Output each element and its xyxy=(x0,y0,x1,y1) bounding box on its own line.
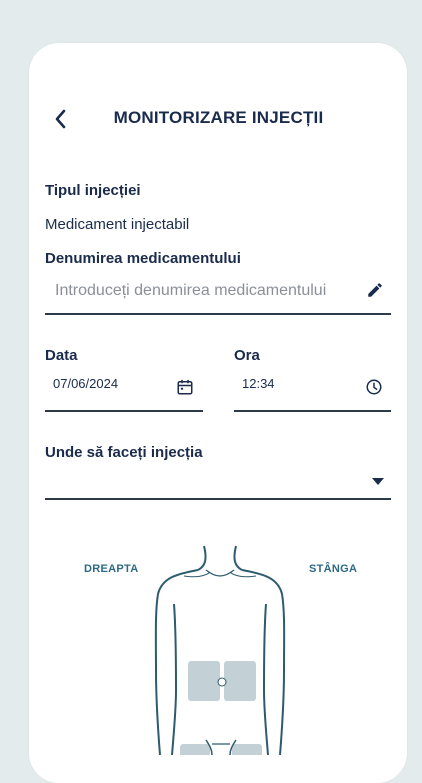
injection-site-label: Unde să faceți injecția xyxy=(45,444,203,461)
clock-icon[interactable] xyxy=(365,378,383,396)
abdomen-zone-right[interactable] xyxy=(188,661,220,701)
body-map xyxy=(154,545,286,755)
header: MONITORIZARE INJECȚII xyxy=(0,100,422,136)
pencil-icon[interactable] xyxy=(366,281,384,299)
date-label: Data xyxy=(45,347,78,364)
caret-down-icon[interactable] xyxy=(371,476,385,486)
page-title: MONITORIZARE INJECȚII xyxy=(113,108,324,127)
date-field[interactable]: 07/06/2024 xyxy=(45,372,203,412)
injection-type-value: Medicament injectabil xyxy=(45,216,190,233)
injection-type-label: Tipul injecției xyxy=(45,182,141,199)
right-side-label: DREAPTA xyxy=(84,563,139,575)
calendar-icon[interactable] xyxy=(176,378,194,396)
date-value: 07/06/2024 xyxy=(53,376,119,391)
medicine-name-input[interactable] xyxy=(53,281,357,301)
time-label: Ora xyxy=(234,347,260,364)
time-field[interactable]: 12:34 xyxy=(234,372,391,412)
medicine-name-field xyxy=(45,278,391,315)
injection-site-select[interactable] xyxy=(45,466,391,500)
left-side-label: STÂNGA xyxy=(309,563,358,575)
abdomen-zone-left[interactable] xyxy=(224,661,256,701)
navel-marker xyxy=(217,677,227,687)
time-value: 12:34 xyxy=(242,376,275,391)
medicine-name-label: Denumirea medicamentului xyxy=(45,250,241,267)
